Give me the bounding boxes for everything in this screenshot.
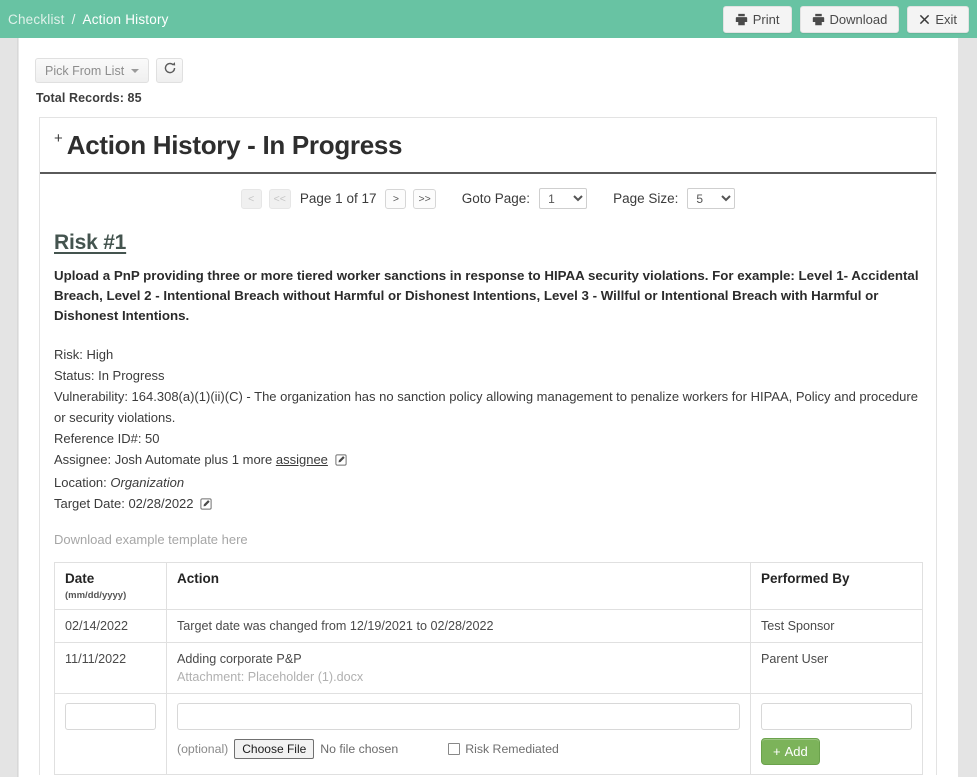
breadcrumb-separator: / [71, 11, 76, 27]
download-button-label: Download [829, 11, 888, 27]
breadcrumb: Checklist / Action History [8, 12, 169, 27]
left-gutter [0, 38, 18, 777]
table-body: 02/14/2022 Target date was changed from … [54, 608, 923, 775]
risk-assignee-line: Assignee: Josh Automate plus 1 more assi… [54, 449, 922, 472]
pick-from-list-dropdown[interactable]: Pick From List [35, 58, 150, 83]
column-header-performed-by: Performed By [750, 561, 923, 610]
risk-status-line: Status: In Progress [54, 367, 165, 383]
risk-assignee-text: Assignee: Josh Automate plus 1 more [54, 451, 273, 467]
breadcrumb-current: Action History [82, 11, 169, 27]
risk-target-date-value: 02/28/2022 [128, 495, 194, 511]
breadcrumb-parent[interactable]: Checklist [8, 12, 65, 27]
risk-target-date-line: Target Date: 02/28/2022 [54, 493, 922, 516]
no-file-chosen-label: No file chosen [320, 741, 399, 756]
edit-target-date-icon[interactable] [200, 495, 212, 516]
goto-page-select[interactable]: 1 [539, 188, 588, 209]
refresh-button[interactable] [156, 58, 184, 83]
risk-location-label: Location: [54, 474, 107, 490]
first-page-button[interactable]: < [240, 188, 262, 209]
chevron-down-icon [131, 68, 140, 73]
exit-button-label: Exit [935, 11, 957, 27]
cell-action: Target date was changed from 12/19/2021 … [166, 608, 751, 643]
filter-toolbar: Pick From List [35, 58, 184, 83]
new-action-performed-by-cell: + Add [750, 692, 923, 775]
new-action-row: (optional) Choose File No file chosen Ri… [54, 692, 923, 775]
risk-location-line: Location: Organization [54, 472, 922, 493]
exit-button[interactable]: Exit [907, 5, 969, 33]
next-page-button[interactable]: > [385, 188, 407, 209]
optional-label: (optional) [177, 741, 229, 756]
print-button[interactable]: Print [722, 5, 792, 33]
risk-location-value: Organization [110, 474, 185, 490]
new-action-date-cell [54, 692, 167, 775]
column-header-date-hint: (mm/dd/yyyy) [65, 589, 127, 601]
risk-title-link[interactable]: Risk #1 [54, 231, 126, 255]
action-history-card: + Action History - In Progress < << Page… [39, 117, 937, 775]
risk-level-line: Risk: High [54, 346, 114, 362]
column-header-action: Action [166, 561, 751, 610]
cell-date: 11/11/2022 [54, 641, 167, 694]
cell-performed-by: Test Sponsor [750, 608, 923, 643]
refresh-icon [163, 61, 177, 80]
pagination-controls: < << Page 1 of 17 > >> Goto Page: 1 Page… [40, 174, 936, 215]
expand-toggle-icon[interactable]: + [54, 130, 63, 147]
risk-reference-line: Reference ID#: 50 [54, 430, 160, 446]
risk-remediated-label: Risk Remediated [465, 741, 559, 756]
page-size-select[interactable]: 5 [687, 188, 736, 209]
topbar-actions: Print Download Exit [722, 5, 969, 33]
page-indicator: Page 1 of 17 [299, 191, 377, 206]
table-head: Date (mm/dd/yyyy) Action Performed By [54, 561, 923, 610]
last-page-button[interactable]: >> [413, 188, 436, 209]
column-header-date: Date (mm/dd/yyyy) [54, 561, 167, 610]
print-button-label: Print [752, 11, 780, 27]
pick-from-list-label: Pick From List [45, 63, 125, 78]
add-action-button[interactable]: + Add [761, 737, 820, 765]
download-button[interactable]: Download [799, 5, 900, 33]
risk-remediated-checkbox-group[interactable]: Risk Remediated [448, 742, 559, 756]
choose-file-button[interactable]: Choose File [234, 738, 315, 759]
new-action-text-input[interactable] [177, 702, 740, 730]
download-template-link[interactable]: Download example template here [54, 532, 248, 547]
risk-remediated-checkbox[interactable] [448, 742, 461, 755]
total-records-label: Total Records: 85 [36, 91, 142, 105]
column-header-date-label: Date [65, 570, 95, 586]
cell-date: 02/14/2022 [54, 608, 167, 643]
cell-attachment-link[interactable]: Attachment: Placeholder (1).docx [177, 670, 740, 684]
risk-vulnerability-line: Vulnerability: 164.308(a)(1)(ii)(C) - Th… [54, 388, 918, 425]
cell-action: Adding corporate P&P Attachment: Placeho… [166, 641, 751, 694]
table-row: 02/14/2022 Target date was changed from … [54, 608, 923, 643]
new-action-performed-by-input[interactable] [761, 702, 912, 730]
page-title: Action History - In Progress [66, 129, 403, 160]
top-header-bar: Checklist / Action History Print Downloa… [0, 0, 977, 38]
risk-detail-section: Risk #1 Upload a PnP providing three or … [40, 215, 936, 775]
assignee-link[interactable]: assignee [276, 452, 328, 467]
close-x-icon [919, 14, 930, 25]
table-row: 11/11/2022 Adding corporate P&P Attachme… [54, 641, 923, 694]
risk-description: Upload a PnP providing three or more tie… [54, 268, 919, 324]
edit-assignee-icon[interactable] [334, 451, 347, 472]
cell-action-text: Target date was changed from 12/19/2021 … [177, 618, 494, 633]
risk-metadata: Risk: High Status: In Progress Vulnerabi… [54, 344, 922, 516]
right-gutter [958, 38, 977, 777]
action-history-table: Date (mm/dd/yyyy) Action Performed By 02… [54, 561, 923, 775]
goto-page-label: Goto Page: [461, 191, 531, 206]
prev-page-button[interactable]: << [268, 188, 291, 209]
cell-performed-by: Parent User [750, 641, 923, 694]
risk-target-date-label: Target Date: [54, 495, 125, 511]
page-size-label: Page Size: [613, 191, 679, 206]
printer-icon [735, 13, 748, 26]
new-action-date-input[interactable] [65, 702, 156, 730]
download-printer-icon [812, 13, 825, 26]
add-action-button-label: Add [784, 743, 808, 759]
cell-action-text: Adding corporate P&P [177, 651, 302, 666]
new-action-attachment-row: (optional) Choose File No file chosen Ri… [177, 738, 740, 759]
table-header-row: Date (mm/dd/yyyy) Action Performed By [54, 561, 923, 610]
card-header: + Action History - In Progress [40, 118, 936, 174]
plus-icon: + [773, 743, 781, 759]
new-action-action-cell: (optional) Choose File No file chosen Ri… [166, 692, 751, 775]
